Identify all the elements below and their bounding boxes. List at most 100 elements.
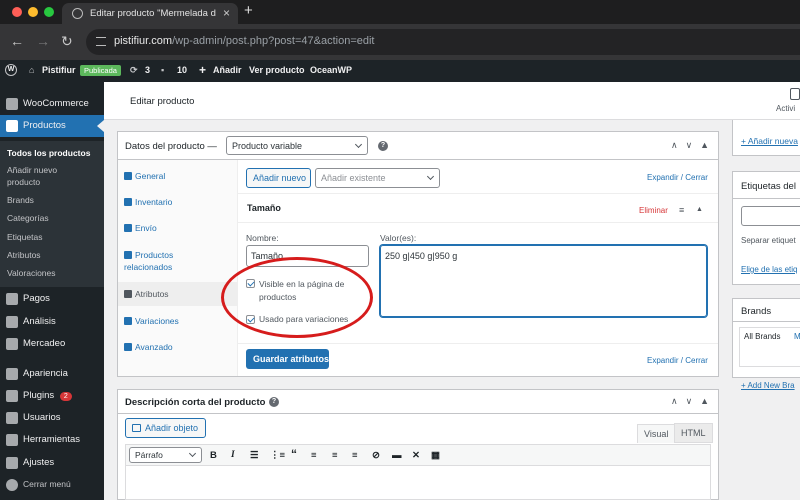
align-right-icon[interactable]: ≡ <box>352 450 358 461</box>
sidebar-item-productos[interactable]: Productos <box>0 115 104 137</box>
drag-handle-icon[interactable]: ≡ <box>679 205 684 215</box>
add-existing-placeholder: Añadir existente <box>321 173 386 183</box>
page-title: Editar producto <box>130 96 195 107</box>
view-product-link[interactable]: Ver producto <box>249 65 305 75</box>
sidebar-item-woocommerce[interactable]: WooCommerce <box>0 93 104 115</box>
tab-label: Variaciones <box>135 316 179 326</box>
page-header: Editar producto Activi <box>104 82 800 120</box>
tab-shipping[interactable]: Envío <box>118 222 238 234</box>
brands-tab-all[interactable]: All Brands <box>744 332 780 341</box>
updates-count[interactable]: 3 <box>145 65 150 75</box>
expand-collapse-link-bottom[interactable]: Expandir / Cerrar <box>647 356 708 365</box>
align-center-icon[interactable]: ≡ <box>332 450 338 461</box>
add-new-attribute-button[interactable]: Añadir nuevo <box>246 168 311 188</box>
add-new-category-link[interactable]: + Añadir nueva <box>741 136 798 146</box>
tags-hint: Separar etiquet <box>741 236 796 245</box>
box-order-arrows-icon[interactable]: ∧∨▲ <box>671 140 717 151</box>
sidebar-item-pagos[interactable]: Pagos <box>0 288 104 310</box>
save-attributes-button[interactable]: Guardar atributos <box>246 349 329 369</box>
expand-collapse-link[interactable]: Expandir / Cerrar <box>647 173 708 182</box>
remove-attribute-link[interactable]: Eliminar <box>639 206 668 215</box>
submenu-item-categories[interactable]: Categorías <box>7 212 97 224</box>
comments-icon[interactable]: ▪ <box>161 65 164 75</box>
tab-advanced[interactable]: Avanzado <box>118 341 238 353</box>
toolbar-toggle-icon[interactable]: ▦ <box>431 450 440 461</box>
submenu-item-tags[interactable]: Etiquetas <box>7 231 97 243</box>
window-maximize-button[interactable] <box>44 7 54 17</box>
tab-visual[interactable]: Visual <box>637 424 676 443</box>
format-select[interactable]: Párrafo <box>129 447 202 463</box>
short-description-editor[interactable] <box>125 466 711 500</box>
divider <box>238 193 718 194</box>
window-close-button[interactable] <box>12 7 22 17</box>
add-existing-attribute-select[interactable]: Añadir existente <box>315 168 440 188</box>
sidebar-item-ajustes[interactable]: Ajustes <box>0 452 104 474</box>
attribute-values-textarea[interactable]: 250 g|450 g|950 g <box>380 245 707 317</box>
blockquote-icon[interactable]: “ <box>291 447 297 461</box>
tab-general[interactable]: General <box>118 170 238 182</box>
tab-inventory[interactable]: Inventario <box>118 196 238 208</box>
sidebar-item-herramientas[interactable]: Herramientas <box>0 429 104 451</box>
choose-tags-link[interactable]: Elige de las etiq <box>741 265 797 274</box>
help-icon[interactable]: ? <box>269 397 279 407</box>
link-icon <box>124 251 132 259</box>
tab-linked-products[interactable]: Productos relacionados <box>118 249 238 273</box>
align-left-icon[interactable]: ≡ <box>311 450 317 461</box>
fullscreen-icon[interactable]: ✕ <box>412 450 420 461</box>
brands-tab-most-used[interactable]: M <box>794 332 800 341</box>
add-media-button[interactable]: Añadir objeto <box>125 418 206 438</box>
chevron-down-icon <box>188 449 197 458</box>
sidebar-item-analisis[interactable]: Análisis <box>0 311 104 333</box>
collapse-menu-button[interactable]: Cerrar menú <box>0 474 104 496</box>
sidebar-item-plugins[interactable]: Plugins 2 <box>0 385 104 407</box>
product-data-header: Datos del producto — Producto variable ?… <box>118 132 718 160</box>
new-tab-icon[interactable]: + <box>244 2 253 19</box>
product-data-tabs: General Inventario Envío Productos relac… <box>118 160 238 376</box>
italic-icon[interactable]: I <box>231 450 235 460</box>
add-new-brand-link[interactable]: + Add New Bra <box>741 381 795 390</box>
site-settings-icon[interactable] <box>96 37 106 46</box>
sidebar-item-usuarios[interactable]: Usuarios <box>0 407 104 429</box>
help-icon[interactable]: ? <box>378 141 388 151</box>
forward-arrow-icon[interactable]: → <box>36 33 50 49</box>
numbered-list-icon[interactable]: ⋮≡ <box>270 450 285 461</box>
sidebar-item-mercadeo[interactable]: Mercadeo <box>0 333 104 355</box>
globe-icon <box>72 8 83 19</box>
submenu-item-attributes[interactable]: Atributos <box>7 249 97 261</box>
comments-count[interactable]: 10 <box>177 65 187 75</box>
wrench-icon <box>124 172 132 180</box>
bullet-list-icon[interactable]: ☰ <box>250 450 259 461</box>
tab-html[interactable]: HTML <box>674 423 713 443</box>
activity-label[interactable]: Activi <box>776 104 795 113</box>
submenu-item-reviews[interactable]: Valoraciones <box>7 267 97 279</box>
tab-label: Atributos <box>135 289 169 299</box>
tab-attributes[interactable]: Atributos <box>118 282 238 306</box>
link-icon[interactable]: ⊘ <box>372 450 380 461</box>
collapse-arrow-icon[interactable]: ▲ <box>696 206 703 213</box>
read-more-icon[interactable]: ▬ <box>392 450 402 461</box>
activity-icon[interactable] <box>790 88 800 100</box>
box-order-arrows-icon[interactable]: ∧∨▲ <box>671 396 717 407</box>
address-bar[interactable]: pistifiur.com/wp-admin/post.php?post=47&… <box>86 29 800 55</box>
bold-icon[interactable]: B <box>210 450 217 461</box>
wordpress-logo-icon[interactable]: W <box>5 64 17 76</box>
window-minimize-button[interactable] <box>28 7 38 17</box>
submenu-item-brands[interactable]: Brands <box>7 194 97 206</box>
product-type-select[interactable]: Producto variable <box>226 136 368 155</box>
attribute-values-label: Valor(es): <box>380 233 417 243</box>
tags-box: Etiquetas del Separar etiquet Elige de l… <box>732 171 800 285</box>
tags-input[interactable] <box>741 206 800 226</box>
plus-icon: + <box>199 63 207 77</box>
back-arrow-icon[interactable]: ← <box>10 33 24 49</box>
updates-icon[interactable]: ⟳ <box>130 65 138 76</box>
new-content-link[interactable]: Añadir <box>213 65 242 75</box>
tab-variations[interactable]: Variaciones <box>118 315 238 327</box>
sidebar-item-apariencia[interactable]: Apariencia <box>0 363 104 385</box>
submenu-item-add-new[interactable]: Añadir nuevo producto <box>7 164 67 188</box>
theme-link[interactable]: OceanWP <box>310 65 352 75</box>
site-name-link[interactable]: Pistifiur <box>42 65 76 75</box>
close-tab-icon[interactable]: × <box>223 6 230 20</box>
reload-icon[interactable]: ↻ <box>61 33 73 50</box>
browser-tab[interactable]: Editar producto "Mermelada d × <box>62 3 238 24</box>
submenu-item-all-products[interactable]: Todos los productos <box>7 147 97 159</box>
